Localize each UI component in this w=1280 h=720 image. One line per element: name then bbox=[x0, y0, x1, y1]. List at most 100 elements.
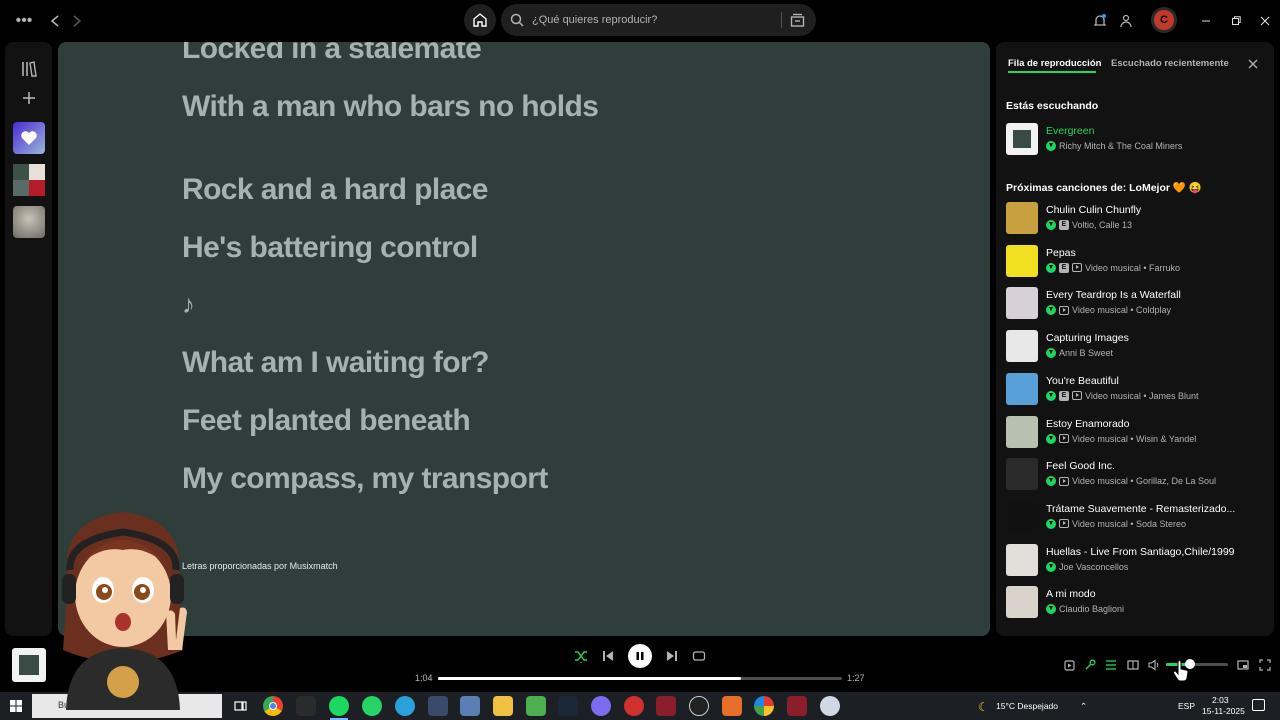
queue-item[interactable]: Capturing Images Anni B Sweet bbox=[1006, 330, 1268, 364]
queue-item-title[interactable]: Trátame Suavemente - Remasterizado... bbox=[1046, 503, 1235, 515]
now-playing-cover[interactable] bbox=[12, 648, 46, 682]
valorant-icon[interactable] bbox=[656, 696, 676, 716]
queue-item-title[interactable]: A mi modo bbox=[1046, 588, 1096, 600]
queue-item[interactable]: Chulin Culin Chunfly E Voltio, Calle 13 bbox=[1006, 202, 1268, 236]
lyrics-mic-icon[interactable] bbox=[1083, 655, 1097, 675]
friend-activity-icon[interactable] bbox=[1118, 8, 1134, 34]
queue-item[interactable]: Estoy Enamorado Video musical • Wisin & Y… bbox=[1006, 415, 1268, 450]
forward-arrow-icon[interactable] bbox=[68, 8, 86, 34]
queue-item-title[interactable]: Pepas bbox=[1046, 247, 1076, 259]
spotify-icon[interactable] bbox=[329, 696, 349, 716]
lyric-line[interactable]: With a man who bars no holds bbox=[182, 90, 599, 124]
queue-item-subtitle[interactable]: Video musical • Soda Stereo bbox=[1072, 519, 1186, 529]
liked-songs-tile[interactable] bbox=[13, 122, 45, 154]
app-red-icon[interactable] bbox=[624, 696, 644, 716]
tray-overflow-icon[interactable]: ⌃ bbox=[1080, 701, 1087, 712]
store-icon[interactable] bbox=[296, 696, 316, 716]
app-shield-icon[interactable] bbox=[820, 696, 840, 716]
back-arrow-icon[interactable] bbox=[46, 8, 64, 34]
lyric-line[interactable]: Rock and a hard place bbox=[182, 173, 488, 207]
connect-device-icon[interactable] bbox=[1126, 655, 1140, 675]
telegram-icon[interactable] bbox=[395, 696, 415, 716]
more-options-icon[interactable]: ••• bbox=[14, 8, 34, 34]
fullscreen-icon[interactable] bbox=[1258, 655, 1272, 675]
search-input[interactable]: ¿Qué quieres reproducir? bbox=[501, 4, 816, 36]
now-playing-artist[interactable]: Richy Mitch & The Coal Miners bbox=[1059, 141, 1182, 151]
maximize-icon[interactable] bbox=[1228, 8, 1244, 34]
queue-item-subtitle[interactable]: Video musical • Farruko bbox=[1085, 263, 1180, 273]
weather-text[interactable]: 15°C Despejado bbox=[996, 701, 1058, 711]
playlist-cover-statue[interactable] bbox=[13, 206, 45, 238]
app-orange-icon[interactable] bbox=[722, 696, 742, 716]
queue-item[interactable]: A mi modo Claudio Baglioni bbox=[1006, 586, 1268, 620]
obs-icon[interactable] bbox=[689, 696, 709, 716]
clock-time[interactable]: 2:03 bbox=[1212, 695, 1229, 705]
queue-item-title[interactable]: Every Teardrop Is a Waterfall bbox=[1046, 289, 1181, 301]
shuffle-icon[interactable] bbox=[573, 646, 589, 666]
clock-date[interactable]: 15-11-2025 bbox=[1202, 706, 1245, 716]
volume-icon[interactable] bbox=[1147, 655, 1161, 675]
repeat-icon[interactable] bbox=[691, 646, 707, 666]
chrome-icon[interactable] bbox=[263, 696, 283, 716]
lyric-line[interactable]: Locked in a stalemate bbox=[182, 42, 482, 66]
queue-item-subtitle[interactable]: Claudio Baglioni bbox=[1059, 604, 1124, 614]
queue-item-subtitle[interactable]: Video musical • James Blunt bbox=[1085, 391, 1199, 401]
riot-icon[interactable] bbox=[787, 696, 807, 716]
queue-item[interactable]: Huellas - Live From Santiago,Chile/1999 J… bbox=[1006, 543, 1268, 578]
now-playing-title[interactable]: Evergreen bbox=[1046, 125, 1094, 137]
app-icon[interactable] bbox=[428, 696, 448, 716]
queue-item[interactable]: Pepas E Video musical • Farruko bbox=[1006, 244, 1268, 279]
notification-center-icon[interactable] bbox=[1252, 699, 1265, 711]
queue-item-title[interactable]: Estoy Enamorado bbox=[1046, 418, 1129, 430]
now-playing-view-icon[interactable] bbox=[1062, 655, 1076, 675]
minecraft-icon[interactable] bbox=[526, 696, 546, 716]
steam-icon[interactable] bbox=[558, 696, 578, 716]
pause-button[interactable] bbox=[628, 644, 652, 668]
now-playing-row[interactable]: Evergreen Richy Mitch & The Coal Miners bbox=[1006, 123, 1268, 157]
queue-item-title[interactable]: Capturing Images bbox=[1046, 332, 1129, 344]
lyric-line[interactable]: My compass, my transport bbox=[182, 462, 548, 496]
queue-item[interactable]: You're Beautiful E Video musical • James B… bbox=[1006, 372, 1268, 407]
queue-item[interactable]: Trátame Suavemente - Remasterizado... Vid… bbox=[1006, 500, 1268, 535]
close-window-icon[interactable] bbox=[1257, 8, 1273, 34]
queue-item-subtitle[interactable]: Joe Vasconcellos bbox=[1059, 562, 1128, 572]
windows-start-icon[interactable] bbox=[6, 696, 26, 716]
notifications-bell-icon[interactable] bbox=[1092, 8, 1108, 34]
previous-icon[interactable] bbox=[600, 646, 616, 666]
playlist-cover-lomejor[interactable] bbox=[13, 164, 45, 196]
app-color-icon[interactable] bbox=[754, 696, 774, 716]
language-indicator[interactable]: ESP bbox=[1178, 701, 1195, 711]
file-explorer-icon[interactable] bbox=[493, 696, 513, 716]
queue-item[interactable]: Every Teardrop Is a Waterfall Video music… bbox=[1006, 287, 1268, 321]
mini-player-icon[interactable] bbox=[1236, 655, 1250, 675]
queue-item-subtitle[interactable]: Video musical • Coldplay bbox=[1072, 305, 1171, 315]
tab-recently-played[interactable]: Escuchado recientemente bbox=[1111, 58, 1229, 69]
queue-item-title[interactable]: Feel Good Inc. bbox=[1046, 460, 1115, 472]
queue-item-subtitle[interactable]: Video musical • Gorillaz, De La Soul bbox=[1072, 476, 1216, 486]
browse-icon[interactable] bbox=[790, 13, 805, 27]
tab-queue[interactable]: Fila de reproducción bbox=[1008, 58, 1101, 69]
calculator-icon[interactable] bbox=[460, 696, 480, 716]
minimize-icon[interactable] bbox=[1198, 8, 1214, 34]
close-panel-icon[interactable] bbox=[1248, 59, 1258, 69]
progress-bar[interactable] bbox=[438, 677, 842, 680]
queue-item-title[interactable]: Huellas - Live From Santiago,Chile/1999 bbox=[1046, 546, 1235, 558]
create-plus-icon[interactable] bbox=[13, 82, 45, 114]
user-avatar[interactable]: C bbox=[1151, 7, 1177, 33]
discord-icon[interactable] bbox=[591, 696, 611, 716]
queue-item-title[interactable]: You're Beautiful bbox=[1046, 375, 1119, 387]
queue-item-subtitle[interactable]: Anni B Sweet bbox=[1059, 348, 1113, 358]
queue-icon[interactable] bbox=[1104, 655, 1118, 675]
lyric-line[interactable]: Feet planted beneath bbox=[182, 404, 471, 438]
queue-item-subtitle[interactable]: Video musical • Wisin & Yandel bbox=[1072, 434, 1196, 444]
home-button[interactable] bbox=[464, 4, 496, 36]
lyric-line[interactable]: What am I waiting for? bbox=[182, 346, 489, 380]
queue-item-subtitle[interactable]: Voltio, Calle 13 bbox=[1072, 220, 1132, 230]
task-view-icon[interactable] bbox=[230, 696, 250, 716]
queue-item[interactable]: Feel Good Inc. Video musical • Gorillaz, … bbox=[1006, 458, 1268, 492]
explicit-badge: E bbox=[1059, 220, 1069, 230]
lyric-line[interactable]: He's battering control bbox=[182, 231, 478, 265]
whatsapp-icon[interactable] bbox=[362, 696, 382, 716]
queue-item-title[interactable]: Chulin Culin Chunfly bbox=[1046, 204, 1141, 216]
next-icon[interactable] bbox=[664, 646, 680, 666]
